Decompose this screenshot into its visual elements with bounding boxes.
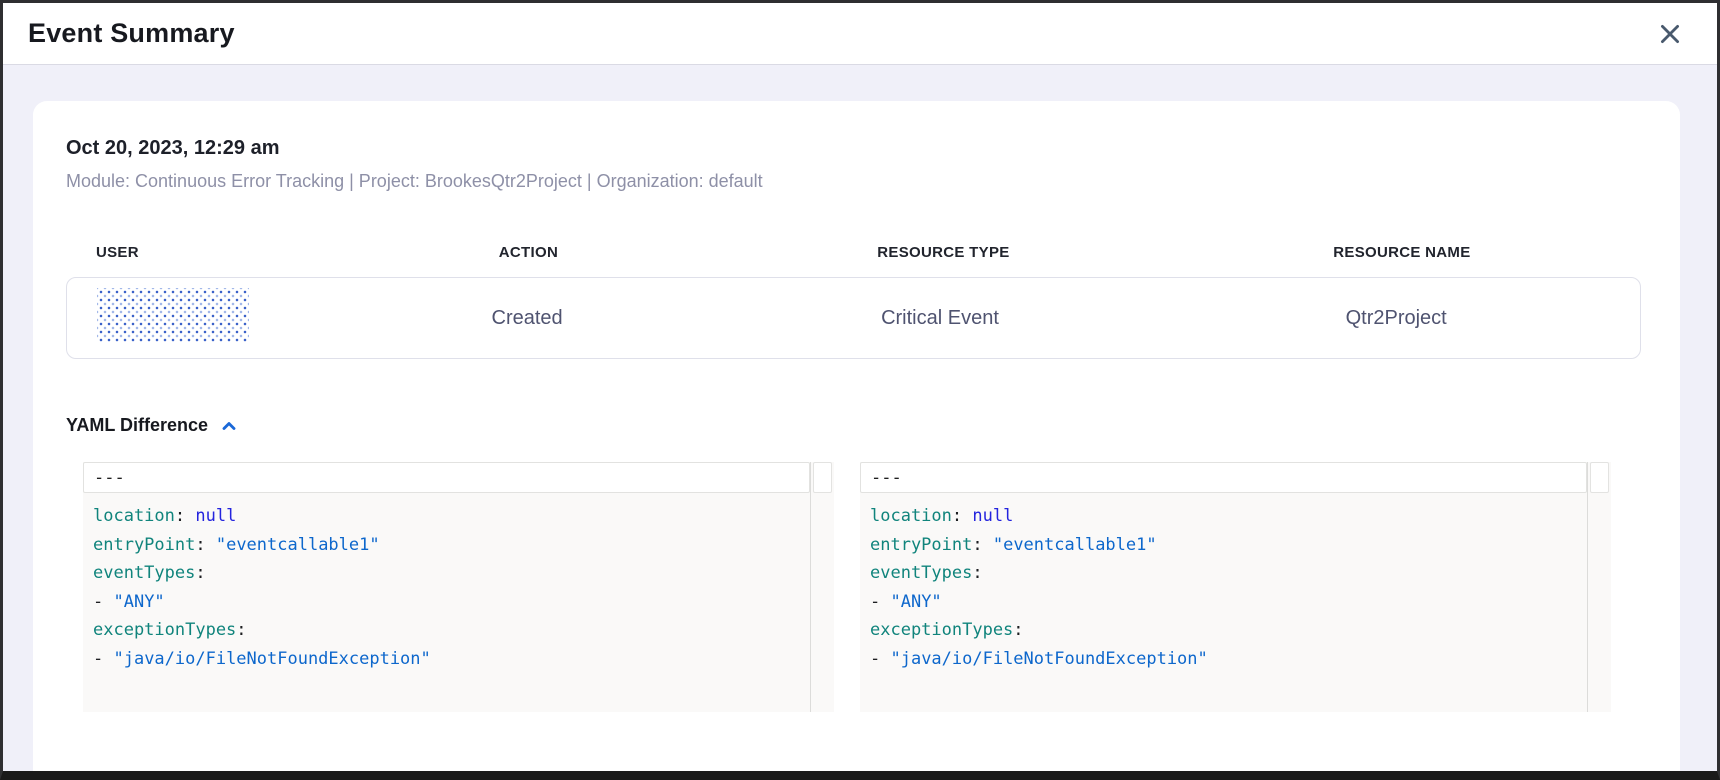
chevron-up-icon[interactable] <box>219 416 239 436</box>
yaml-line: eventTypes: <box>870 559 1611 588</box>
yaml-line: - "java/io/FileNotFoundException" <box>870 645 1611 674</box>
table-row: Created Critical Event Qtr2Project <box>66 277 1641 359</box>
yaml-line: exceptionTypes: <box>93 616 834 645</box>
yaml-line: entryPoint: "eventcallable1" <box>870 531 1611 560</box>
yaml-line: entryPoint: "eventcallable1" <box>93 531 834 560</box>
action-cell: Created <box>327 307 728 330</box>
event-timestamp: Oct 20, 2023, 12:29 am <box>66 137 1647 160</box>
yaml-line: eventTypes: <box>93 559 834 588</box>
column-header-resource-name: RESOURCE NAME <box>1157 244 1647 261</box>
dialog-title: Event Summary <box>28 18 235 49</box>
yaml-document-start-row: --- <box>860 462 1587 493</box>
column-header-resource-type: RESOURCE TYPE <box>730 244 1157 261</box>
yaml-line: location: null <box>870 502 1611 531</box>
user-cell <box>67 288 327 348</box>
close-button[interactable] <box>1653 17 1687 51</box>
yaml-document-start: --- <box>94 468 125 488</box>
scrollbar-track[interactable] <box>1587 462 1611 712</box>
yaml-line: exceptionTypes: <box>870 616 1611 645</box>
yaml-diff-viewer: --- location: nullentryPoint: "eventcall… <box>83 462 1647 712</box>
column-header-action: ACTION <box>327 244 730 261</box>
yaml-document-start-row: --- <box>83 462 810 493</box>
scrollbar-thumb[interactable] <box>813 462 832 493</box>
yaml-difference-toggle[interactable]: YAML Difference <box>66 415 239 436</box>
yaml-pane-right: --- location: nullentryPoint: "eventcall… <box>860 462 1611 712</box>
redacted-user-avatar <box>97 288 249 342</box>
event-summary-dialog: Event Summary Oct 20, 2023, 12:29 am Mod… <box>0 0 1720 780</box>
scrollbar-thumb[interactable] <box>1590 462 1609 493</box>
yaml-code-left: location: nullentryPoint: "eventcallable… <box>83 493 834 673</box>
event-meta: Module: Continuous Error Tracking | Proj… <box>66 171 1647 192</box>
yaml-line: - "java/io/FileNotFoundException" <box>93 645 834 674</box>
resource-name-cell: Qtr2Project <box>1152 307 1640 330</box>
table-header: USER ACTION RESOURCE TYPE RESOURCE NAME <box>66 244 1647 261</box>
event-card: Oct 20, 2023, 12:29 am Module: Continuou… <box>33 101 1680 771</box>
yaml-document-start: --- <box>871 468 902 488</box>
dialog-body: Oct 20, 2023, 12:29 am Module: Continuou… <box>3 65 1717 771</box>
yaml-line: - "ANY" <box>870 588 1611 617</box>
yaml-line: location: null <box>93 502 834 531</box>
close-icon <box>1657 21 1683 47</box>
scrollbar-track[interactable] <box>810 462 834 712</box>
yaml-line: - "ANY" <box>93 588 834 617</box>
resource-type-cell: Critical Event <box>728 307 1153 330</box>
column-header-user: USER <box>66 244 327 261</box>
yaml-difference-label: YAML Difference <box>66 415 208 436</box>
yaml-code-right: location: nullentryPoint: "eventcallable… <box>860 493 1611 673</box>
dialog-header: Event Summary <box>3 3 1717 65</box>
yaml-pane-left: --- location: nullentryPoint: "eventcall… <box>83 462 834 712</box>
